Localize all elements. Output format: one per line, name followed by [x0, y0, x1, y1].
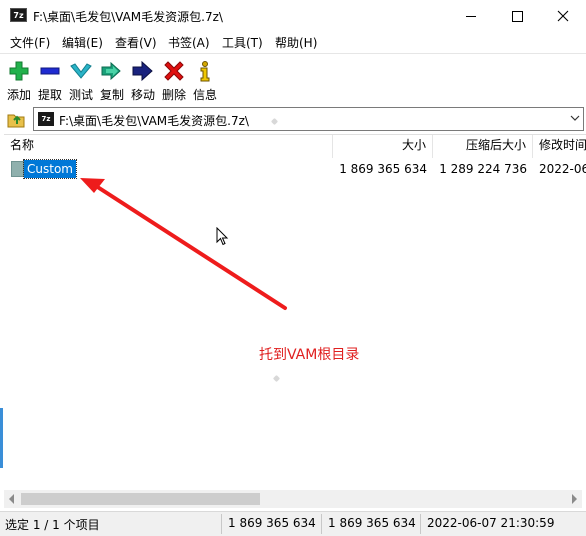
double-arrow-icon: [101, 61, 121, 81]
close-button[interactable]: [540, 0, 586, 32]
maximize-button[interactable]: [494, 0, 540, 32]
close-icon: [557, 10, 569, 22]
scroll-right-icon[interactable]: [572, 494, 577, 504]
address-path: F:\桌面\毛发包\VAM毛发资源包.7z\: [59, 114, 249, 128]
status-datetime: 2022-06-07 21:30:59: [427, 516, 555, 530]
extract-button[interactable]: 提取: [34, 57, 65, 102]
status-bar: 选定 1 / 1 个项目 1 869 365 634 1 869 365 634…: [0, 511, 586, 536]
arrow-right-icon: [132, 60, 153, 82]
scroll-left-icon[interactable]: [9, 494, 14, 504]
menu-help[interactable]: 帮助(H): [275, 34, 317, 51]
test-button[interactable]: 测试: [65, 57, 96, 102]
annotation-arrow: [80, 178, 287, 310]
mouse-cursor-icon: [216, 227, 229, 246]
archive-7z-icon: 7z: [38, 112, 54, 126]
status-selection: 选定 1 / 1 个项目: [5, 518, 100, 532]
info-icon: [200, 61, 210, 82]
minus-icon: [40, 67, 60, 75]
status-divider: [221, 514, 222, 534]
minimize-icon: [466, 16, 476, 17]
toolbar: 添加 提取 测试 复制 移动 删除 信息: [0, 53, 586, 102]
title-bar: 7z F:\桌面\毛发包\VAM毛发资源包.7z\: [0, 0, 586, 32]
file-list[interactable]: 名称 大小 压缩后大小 修改时间 Custom 1 869 365 634 1 …: [4, 117, 586, 512]
status-size-2: 1 869 365 634: [328, 516, 416, 530]
plus-icon: [9, 61, 29, 81]
info-button[interactable]: 信息: [189, 57, 220, 102]
menu-view[interactable]: 查看(V): [115, 34, 157, 51]
window-title: F:\桌面\毛发包\VAM毛发资源包.7z\: [33, 10, 223, 24]
menu-tools[interactable]: 工具(T): [222, 34, 263, 51]
delete-button[interactable]: 删除: [158, 57, 189, 102]
status-divider: [420, 514, 421, 534]
address-input[interactable]: 7z F:\桌面\毛发包\VAM毛发资源包.7z\: [33, 107, 584, 131]
menu-edit[interactable]: 编辑(E): [62, 34, 103, 51]
add-button[interactable]: 添加: [3, 57, 34, 102]
move-button[interactable]: 移动: [127, 57, 158, 102]
minimize-button[interactable]: [448, 0, 494, 32]
maximize-icon: [512, 11, 523, 22]
annotation-text: 托到VAM根目录: [259, 347, 360, 363]
info-label: 信息: [192, 88, 217, 102]
desktop-edge: [0, 408, 3, 468]
menu-file[interactable]: 文件(F): [10, 34, 50, 51]
address-bar: 7z F:\桌面\毛发包\VAM毛发资源包.7z\: [0, 104, 586, 134]
scroll-thumb[interactable]: [21, 493, 260, 505]
app-7z-icon: 7z: [10, 8, 27, 22]
copy-button[interactable]: 复制: [96, 57, 127, 102]
up-folder-icon[interactable]: [6, 109, 28, 129]
horizontal-scrollbar[interactable]: [4, 490, 582, 508]
app-window: 7z F:\桌面\毛发包\VAM毛发资源包.7z\ 文件(F) 编辑(E) 查看…: [0, 0, 586, 536]
status-size: 1 869 365 634: [228, 516, 316, 530]
status-divider: [321, 514, 322, 534]
checkmark-icon: [70, 63, 92, 79]
x-icon: [164, 61, 184, 81]
chevron-down-icon[interactable]: [570, 114, 580, 122]
menu-bar: 文件(F) 编辑(E) 查看(V) 书签(A) 工具(T) 帮助(H): [0, 32, 586, 52]
menu-bookmarks[interactable]: 书签(A): [168, 34, 210, 51]
